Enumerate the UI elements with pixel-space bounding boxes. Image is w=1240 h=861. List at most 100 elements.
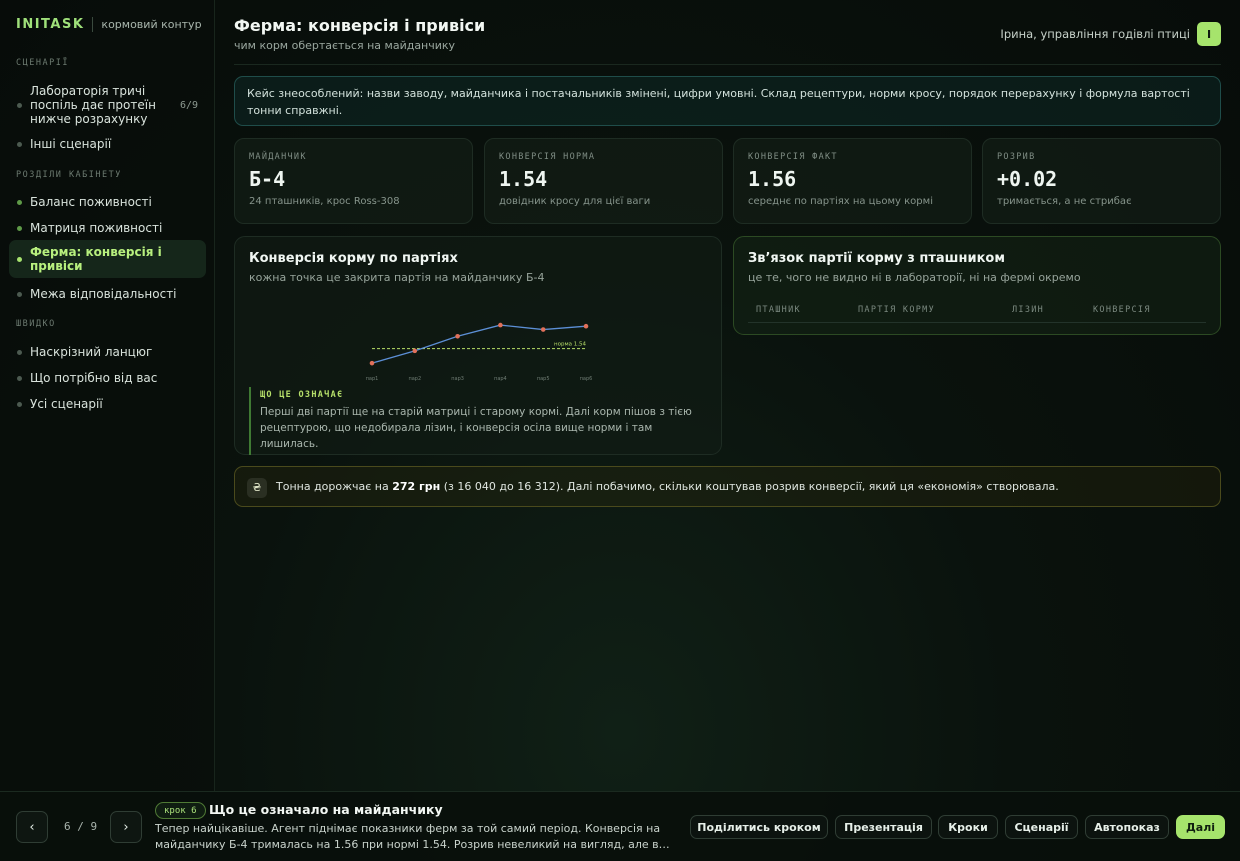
cost-text: Тонна дорожчає на 272 грн (з 16 040 до 1… xyxy=(276,480,1059,493)
bullet-icon xyxy=(17,102,22,108)
link-panel-subtitle: це те, чого не видно ні в лабораторії, н… xyxy=(748,271,1081,284)
data-point xyxy=(369,360,375,366)
step-navigation-bar: ‹ 6 / 9 › крок 6 Що це означало на майда… xyxy=(0,791,1240,861)
kpi-note: довідник кросу для цієї ваги xyxy=(499,196,651,207)
sidebar-item-other-scenarios[interactable]: Інші сценарії xyxy=(9,131,206,157)
bullet-icon xyxy=(17,141,22,147)
step-badge: крок 6 xyxy=(155,802,206,819)
kpi-note: тримається, а не стрибає xyxy=(997,196,1132,207)
brand-name: INITASK xyxy=(16,17,85,32)
section-label-quick: ШВИДКО xyxy=(16,319,56,329)
sidebar-item-count: 6/9 xyxy=(179,99,198,111)
column-header-lysine[interactable]: ЛІЗИН xyxy=(1012,305,1044,315)
chevron-left-icon: ‹ xyxy=(29,819,35,835)
kpi-conversion-fact: КОНВЕРСІЯ ФАКТ 1.56 середнє по партіях н… xyxy=(733,138,972,224)
steps-button[interactable]: Кроки xyxy=(938,815,998,839)
meaning-text: Перші дві партії ще на старій матриці і … xyxy=(260,406,692,450)
avatar[interactable]: І xyxy=(1197,22,1221,46)
x-tick-label: пар3 xyxy=(451,376,464,382)
page-title: Ферма: конверсія і привіси xyxy=(234,16,486,35)
step-pager: 6 / 9 xyxy=(64,820,98,833)
x-tick-label: пар6 xyxy=(580,376,593,382)
sidebar-item-what-needed[interactable]: Що потрібно від вас xyxy=(9,365,206,391)
conversion-chart-panel: Конверсія корму по партіях кожна точка ц… xyxy=(234,236,722,455)
autoplay-button[interactable]: Автопоказ xyxy=(1085,815,1169,839)
kpi-value: Б-4 xyxy=(249,167,286,191)
sidebar-item-farm-conversion[interactable]: Ферма: конверсія і привіси xyxy=(9,240,206,278)
anonymization-notice: Кейс знеособлений: назви заводу, майданч… xyxy=(234,76,1221,126)
conversion-line-chart: норма 1.54 пар1 пар2 пар3 пар4 пар5 пар6 xyxy=(366,322,593,382)
data-point xyxy=(540,327,546,332)
x-tick-label: пар4 xyxy=(494,376,507,382)
data-point xyxy=(583,323,589,329)
sidebar-item-lab-scenario[interactable]: Лабораторія тричі поспіль дає протеїн ни… xyxy=(9,78,206,132)
presentation-button[interactable]: Презентація xyxy=(835,815,932,839)
sidebar-item-nutrient-balance[interactable]: Баланс поживності xyxy=(9,189,206,215)
prev-step-button[interactable]: ‹ xyxy=(16,811,48,843)
x-tick-label: пар2 xyxy=(408,376,421,382)
section-label-cabinet: РОЗДІЛИ КАБІНЕТУ xyxy=(16,170,122,180)
step-title: Що це означало на майданчику xyxy=(209,802,443,817)
sidebar-item-label: Усі сценарії xyxy=(30,397,103,411)
kpi-note: 24 пташників, крос Ross-308 xyxy=(249,196,400,207)
meaning-callout: ЩО ЦЕ ОЗНАЧАЄ Перші дві партії ще на ста… xyxy=(249,387,709,455)
section-label-scenarios: СЦЕНАРІЇ xyxy=(16,58,69,68)
header-divider xyxy=(234,64,1221,65)
next-button[interactable]: Далі xyxy=(1176,815,1225,839)
x-tick-label: пар5 xyxy=(537,376,550,382)
column-header-feed-batch[interactable]: ПАРТІЯ КОРМУ xyxy=(858,305,935,315)
meaning-label: ЩО ЦЕ ОЗНАЧАЄ xyxy=(260,390,344,400)
column-header-house[interactable]: ПТАШНИК xyxy=(756,305,801,315)
kpi-conversion-norm: КОНВЕРСІЯ НОРМА 1.54 довідник кросу для … xyxy=(484,138,723,224)
table-header: ПТАШНИК ПАРТІЯ КОРМУ ЛІЗИН КОНВЕРСІЯ xyxy=(748,299,1206,323)
kpi-value: 1.56 xyxy=(748,167,797,191)
bullet-icon xyxy=(17,256,22,262)
sidebar-item-label: Наскрізний ланцюг xyxy=(30,345,153,359)
kpi-label: МАЙДАНЧИК xyxy=(249,152,307,162)
data-point xyxy=(498,322,503,328)
user-name[interactable]: Ірина, управління годівлі птиці xyxy=(1000,27,1190,41)
sidebar-item-label: Лабораторія тричі поспіль дає протеїн ни… xyxy=(30,84,156,126)
link-panel-title: Зв’язок партії корму з пташником xyxy=(748,251,1005,266)
data-point xyxy=(412,348,418,354)
sidebar-item-nutrient-matrix[interactable]: Матриця поживності xyxy=(9,215,206,241)
kpi-label: КОНВЕРСІЯ ФАКТ xyxy=(748,152,838,162)
bullet-icon xyxy=(17,375,22,381)
brand[interactable]: INITASK кормовий контур xyxy=(16,17,202,32)
sidebar-item-responsibility[interactable]: Межа відповідальності xyxy=(9,281,206,307)
brand-divider xyxy=(92,17,94,32)
sidebar-item-end-to-end[interactable]: Наскрізний ланцюг xyxy=(9,339,206,365)
sidebar-item-label: Матриця поживності xyxy=(30,221,163,235)
kpi-note: середнє по партіях на цьому кормі xyxy=(748,196,933,207)
kpi-gap: РОЗРИВ +0.02 тримається, а не стрибає xyxy=(982,138,1221,224)
page-subtitle: чим корм обертається на майданчику xyxy=(234,39,456,52)
sidebar-item-label: Інші сценарії xyxy=(30,137,112,151)
cost-banner: ₴ Тонна дорожчає на 272 грн (з 16 040 до… xyxy=(234,466,1221,507)
cost-suffix: (з 16 040 до 16 312). Далі побачимо, скі… xyxy=(440,480,1059,493)
kpi-value: 1.54 xyxy=(499,167,548,191)
next-step-arrow-button[interactable]: › xyxy=(110,811,142,843)
cost-amount: 272 грн xyxy=(392,480,441,493)
brand-subtitle: кормовий контур xyxy=(101,18,202,31)
sidebar-item-label: Ферма: конверсія і привіси xyxy=(30,245,162,273)
scenarios-button[interactable]: Сценарії xyxy=(1005,815,1078,839)
sidebar-item-label: Баланс поживності xyxy=(30,195,152,209)
sidebar-item-all-scenarios[interactable]: Усі сценарії xyxy=(9,391,206,417)
cost-prefix: Тонна дорожчає на xyxy=(276,480,393,493)
sidebar: INITASK кормовий контур СЦЕНАРІЇ Лаборат… xyxy=(0,0,215,791)
reference-label: норма 1.54 xyxy=(554,342,586,348)
sidebar-item-label: Що потрібно від вас xyxy=(30,371,158,385)
bullet-icon xyxy=(17,401,22,407)
kpi-value: +0.02 xyxy=(997,167,1058,191)
x-tick-label: пар1 xyxy=(366,376,379,382)
batch-link-panel: Зв’язок партії корму з пташником це те, … xyxy=(733,236,1221,335)
hryvnia-icon: ₴ xyxy=(247,477,267,498)
kpi-label: РОЗРИВ xyxy=(997,152,1036,162)
share-step-button[interactable]: Поділитись кроком xyxy=(690,815,828,839)
bullet-icon xyxy=(17,225,22,231)
bullet-icon xyxy=(17,349,22,355)
kpi-site: МАЙДАНЧИК Б-4 24 пташників, крос Ross-30… xyxy=(234,138,473,224)
data-point xyxy=(455,333,460,339)
kpi-label: КОНВЕРСІЯ НОРМА xyxy=(499,152,596,162)
column-header-conversion[interactable]: КОНВЕРСІЯ xyxy=(1093,305,1151,315)
